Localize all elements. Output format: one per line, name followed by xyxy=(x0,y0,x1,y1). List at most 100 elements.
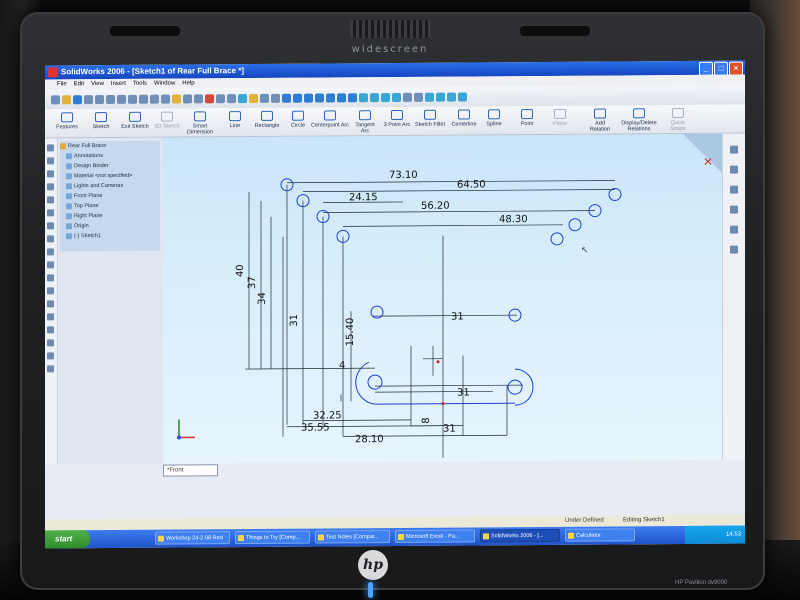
appearance-icon[interactable] xyxy=(238,93,247,103)
circle-tool-icon[interactable] xyxy=(47,183,54,191)
new-icon[interactable] xyxy=(51,94,60,104)
start-button[interactable]: start xyxy=(45,530,90,549)
point-tool-icon[interactable] xyxy=(47,209,54,217)
sketch-circle[interactable] xyxy=(568,218,582,232)
convert-tool-icon[interactable] xyxy=(47,326,54,334)
tool-features[interactable]: Features xyxy=(51,112,83,130)
graphics-area[interactable]: ✕ 73.10 64.50 24.15 56.20 48.30 40 37 34… xyxy=(163,133,723,464)
traffic-light-icon[interactable] xyxy=(205,93,214,103)
line-tool-icon[interactable] xyxy=(47,170,54,178)
tree-item-material[interactable]: Material <not specified> xyxy=(60,171,160,182)
select-icon[interactable] xyxy=(150,94,159,104)
tool-point[interactable]: Point xyxy=(517,109,537,127)
cut-icon[interactable] xyxy=(95,94,104,104)
offset-tool-icon[interactable] xyxy=(47,248,54,256)
dimension-8[interactable]: 8 xyxy=(421,417,432,423)
sketch-tool-icon[interactable] xyxy=(47,144,54,152)
tool-sketch[interactable]: Sketch xyxy=(87,112,115,130)
save-icon[interactable] xyxy=(73,94,82,104)
arc-tool-icon[interactable] xyxy=(47,157,54,165)
task-solidworks[interactable]: SolidWorks 2006 - [... xyxy=(480,528,560,543)
tree-item-lights-cameras[interactable]: Lights and Cameras xyxy=(60,181,160,192)
tool-centerline[interactable]: Centerline xyxy=(449,109,479,128)
tool-quick-snaps[interactable]: Quick Snaps xyxy=(663,107,693,132)
text-tool-icon[interactable] xyxy=(47,339,54,347)
tree-item-part[interactable]: Rear Full Brace xyxy=(60,141,160,152)
options-icon[interactable] xyxy=(172,93,181,104)
dimension-4[interactable]: 4 xyxy=(339,360,345,371)
pattern-tool-icon[interactable] xyxy=(47,261,54,269)
sketch-arc[interactable] xyxy=(514,368,534,406)
menu-insert[interactable]: Insert xyxy=(111,79,126,89)
toolbox-icon[interactable] xyxy=(227,93,236,103)
redo-icon[interactable] xyxy=(139,94,148,104)
zoom-in-out-icon[interactable] xyxy=(304,93,313,103)
sketch-point[interactable] xyxy=(441,402,445,406)
tool-centerpoint-arc[interactable]: Centerpoint Arc xyxy=(311,110,349,129)
paste-icon[interactable] xyxy=(117,94,126,104)
grid-icon[interactable] xyxy=(183,93,192,103)
menu-help[interactable]: Help xyxy=(182,78,194,88)
tool-rectangle[interactable]: Rectangle xyxy=(251,110,283,129)
section-view-icon[interactable] xyxy=(414,92,423,102)
hidden-lines-icon[interactable] xyxy=(370,92,379,102)
dimension-37[interactable]: 37 xyxy=(247,276,258,289)
wireframe-icon[interactable] xyxy=(359,92,368,102)
tool-circle[interactable]: Circle xyxy=(287,110,309,129)
dimension-56-20[interactable]: 56.20 xyxy=(421,201,450,212)
dimension-31-top[interactable]: 31 xyxy=(451,312,464,323)
snap-icon[interactable] xyxy=(216,93,225,103)
dimension-48-30[interactable]: 48.30 xyxy=(499,214,528,225)
design-library-icon[interactable] xyxy=(730,165,738,174)
spline-tool-icon[interactable] xyxy=(47,196,54,204)
help-icon[interactable] xyxy=(194,93,203,103)
tool-smart-dimension[interactable]: Smart Dimension xyxy=(183,111,217,135)
open-icon[interactable] xyxy=(62,94,71,104)
view-top-icon[interactable] xyxy=(436,92,445,102)
zoom-fit-icon[interactable] xyxy=(282,93,291,103)
view-selector[interactable]: *Front xyxy=(163,464,218,477)
shaded-edges-icon[interactable] xyxy=(392,92,401,102)
dimension-28-10[interactable]: 28.10 xyxy=(355,434,384,445)
zoom-selection-icon[interactable] xyxy=(315,92,324,103)
mirror-tool-icon[interactable] xyxy=(47,235,54,243)
menu-window[interactable]: Window xyxy=(154,79,175,89)
view-iso-icon[interactable] xyxy=(458,91,467,102)
zoom-area-icon[interactable] xyxy=(293,93,302,103)
tree-item-annotations[interactable]: Annotations xyxy=(60,151,160,162)
rotate-tool-icon[interactable] xyxy=(47,287,54,295)
dimension-32-25[interactable]: 32.25 xyxy=(313,410,342,421)
sketch-circle[interactable] xyxy=(367,374,383,390)
task-things-to-try[interactable]: Things to Try [Comp... xyxy=(235,530,310,545)
scale-tool-icon[interactable] xyxy=(47,300,54,308)
file-explorer-icon[interactable] xyxy=(730,185,738,194)
print-icon[interactable] xyxy=(84,94,93,104)
tool-3d-sketch[interactable]: 3D Sketch xyxy=(153,111,181,130)
task-calculator[interactable]: Calculator xyxy=(565,528,635,542)
maximize-button[interactable]: □ xyxy=(714,61,728,76)
tree-item-design-binder[interactable]: Design Binder xyxy=(60,161,160,172)
appearances-icon[interactable] xyxy=(730,245,738,254)
rebuild-icon[interactable] xyxy=(161,94,170,104)
menu-file[interactable]: File xyxy=(57,79,67,89)
menu-tools[interactable]: Tools xyxy=(133,79,147,89)
tool-line[interactable]: Line xyxy=(225,111,245,129)
tree-item-right-plane[interactable]: Right Plane xyxy=(60,211,160,222)
move-tool-icon[interactable] xyxy=(47,274,54,282)
mate-icon[interactable] xyxy=(260,93,269,103)
dimension-34[interactable]: 34 xyxy=(257,292,268,305)
task-microsoft-excel[interactable]: Microsoft Excel - Pa... xyxy=(395,529,475,543)
menu-edit[interactable]: Edit xyxy=(74,79,84,89)
dimension-64-50[interactable]: 64.50 xyxy=(457,179,486,190)
dimension-31-vertical[interactable]: 31 xyxy=(289,314,300,327)
copy-icon[interactable] xyxy=(106,94,115,104)
tool-add-relation[interactable]: Add Relation xyxy=(585,108,615,133)
view-right-icon[interactable] xyxy=(447,92,456,102)
tree-item-front-plane[interactable]: Front Plane xyxy=(60,191,160,202)
view-front-icon[interactable] xyxy=(425,92,434,102)
pan-icon[interactable] xyxy=(337,92,346,102)
grid-tool-icon[interactable] xyxy=(47,365,54,373)
photoworks-icon[interactable] xyxy=(249,93,258,103)
clock[interactable]: 14:53 xyxy=(726,532,741,538)
sketch-canvas[interactable]: ✕ 73.10 64.50 24.15 56.20 48.30 40 37 34… xyxy=(163,133,723,464)
